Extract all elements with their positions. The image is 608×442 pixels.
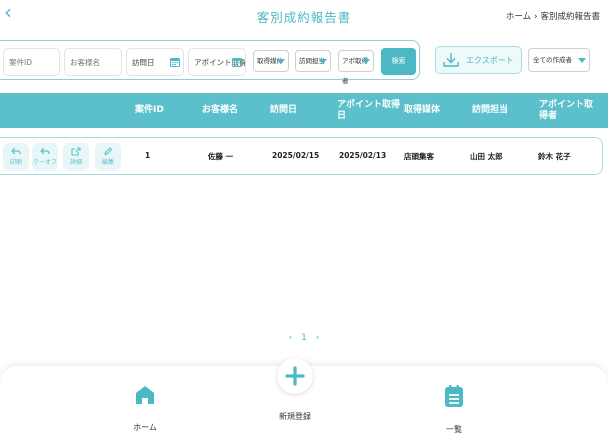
visit-date-placeholder: 訪問日	[132, 58, 155, 67]
media-select[interactable]: 取得媒体	[253, 50, 289, 72]
case-id-field[interactable]	[9, 58, 59, 67]
undo-arrow-icon	[40, 147, 50, 155]
table-row[interactable]: 印刷 クーオフ 詳細 編集 1 佐藤 一 2025/02/15 2025/02/…	[0, 137, 603, 175]
customer-name-input[interactable]	[64, 48, 122, 76]
nav-list-label: 一覧	[446, 425, 462, 434]
next-page-button[interactable]: ›	[316, 333, 320, 343]
plus-icon	[285, 366, 305, 386]
creator-select[interactable]: 全ての作成者	[528, 48, 590, 72]
home-icon	[136, 386, 154, 404]
breadcrumb: ホーム › 客別成約報告書	[506, 10, 600, 22]
calendar-icon[interactable]	[170, 57, 180, 67]
prev-page-button[interactable]: ‹	[289, 333, 293, 343]
cell-visitor: 山田 太郎	[470, 152, 503, 161]
case-id-input[interactable]	[3, 48, 60, 76]
nav-home[interactable]: ホーム	[105, 384, 185, 433]
visitor-select[interactable]: 訪問担当	[295, 50, 331, 72]
dropdown-arrow-icon	[362, 59, 370, 64]
pagination: ‹ 1 ›	[0, 333, 608, 343]
bottom-navigation: ホーム 新規登録 一覧	[0, 358, 608, 442]
external-link-icon	[71, 147, 81, 156]
cell-media: 店頭集客	[404, 152, 434, 161]
column-header-case-id[interactable]: 案件ID	[135, 93, 164, 128]
dropdown-arrow-icon	[578, 58, 586, 63]
cooling-off-button[interactable]: クーオフ	[32, 143, 58, 171]
column-header-media[interactable]: 取得媒体	[404, 93, 440, 128]
undo-arrow-icon	[11, 147, 21, 155]
export-label: エクスポート	[466, 56, 514, 65]
column-header-visitor[interactable]: 訪問担当	[472, 93, 508, 128]
edit-button[interactable]: 編集	[95, 143, 121, 171]
export-button[interactable]: エクスポート	[435, 46, 522, 74]
column-header-visit-date[interactable]: 訪問日	[270, 93, 297, 128]
nav-home-label: ホーム	[133, 423, 157, 432]
breadcrumb-current: 客別成約報告書	[540, 12, 600, 22]
visit-date-input[interactable]: 訪問日	[126, 48, 184, 76]
breadcrumb-home-link[interactable]: ホーム	[506, 12, 531, 22]
column-header-appointer[interactable]: アポイント取得者	[539, 93, 601, 128]
appoint-date-input[interactable]: アポイント取得日	[188, 48, 246, 76]
cell-customer: 佐藤 一	[208, 152, 234, 161]
print-button[interactable]: 印刷	[3, 143, 29, 171]
top-bar: ‹ 客別成約報告書 ホーム › 客別成約報告書	[0, 0, 608, 34]
pencil-icon	[104, 147, 113, 156]
appointer-select[interactable]: アポ取得者	[338, 50, 374, 85]
column-header-appoint-date[interactable]: アポイント取得日	[337, 93, 401, 128]
nav-list[interactable]: 一覧	[414, 384, 494, 435]
clipboard-list-icon	[445, 385, 463, 407]
column-header-customer[interactable]: お客様名	[202, 93, 238, 128]
cell-appointer: 鈴木 花子	[538, 152, 571, 161]
cell-appoint-date: 2025/02/13	[339, 151, 387, 160]
detail-button[interactable]: 詳細	[63, 143, 89, 171]
dropdown-arrow-icon	[319, 59, 327, 64]
dropdown-arrow-icon	[277, 59, 285, 64]
add-new-button[interactable]	[277, 358, 313, 394]
breadcrumb-separator-icon: ›	[534, 12, 538, 22]
table-header: 案件ID お客様名 訪問日 アポイント取得日 取得媒体 訪問担当 アポイント取得…	[0, 93, 608, 128]
search-button[interactable]: 検索	[381, 48, 416, 75]
download-icon	[443, 53, 459, 67]
creator-select-value: 全ての作成者	[533, 56, 572, 64]
cell-visit-date: 2025/02/15	[272, 151, 320, 160]
cell-case-id: 1	[145, 151, 151, 160]
calendar-icon[interactable]	[232, 57, 242, 67]
nav-new-label[interactable]: 新規登録	[265, 411, 325, 422]
customer-name-field[interactable]	[70, 58, 121, 67]
filter-panel: 訪問日 アポイント取得日 取得媒体 訪問担当 アポ取得者 検索	[0, 40, 420, 85]
current-page[interactable]: 1	[301, 333, 307, 343]
